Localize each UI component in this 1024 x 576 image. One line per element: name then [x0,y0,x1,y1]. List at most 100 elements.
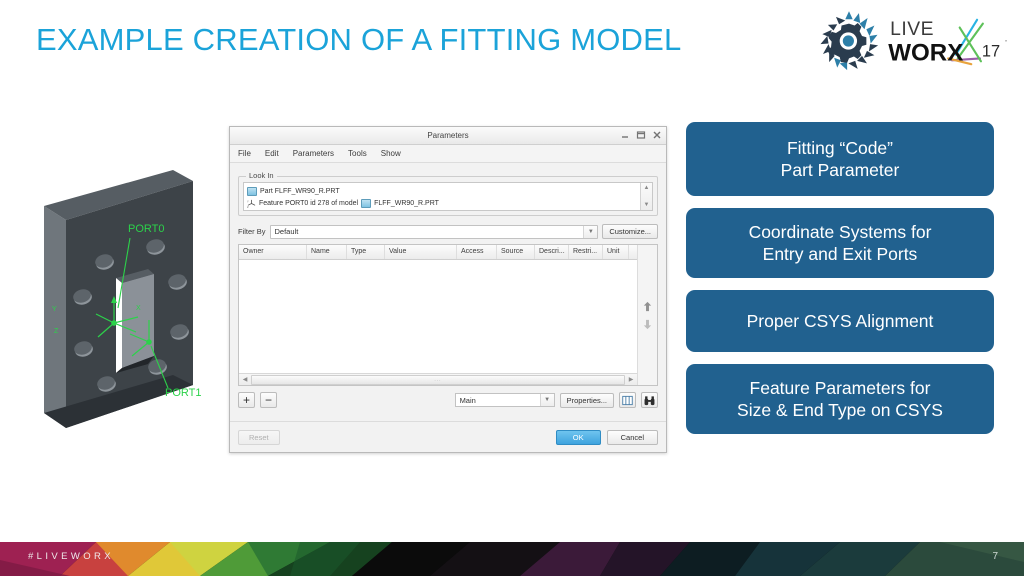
filter-row: Filter By Default ▼ Customize... [238,224,658,239]
callout-4-line-1: Feature Parameters for [749,377,931,398]
column-header-owner[interactable]: Owner [239,245,307,259]
svg-text:WORX: WORX [888,39,963,66]
parameters-dialog: Parameters File Edit Parameters Tools Sh… [229,126,667,453]
part-icon [361,198,372,208]
callout-4-line-2: Size & End Type on CSYS [737,400,943,420]
column-header-type[interactable]: Type [347,245,385,259]
look-in-row-feature[interactable]: Y Z Feature PORT0 id 278 of model FLFF_W… [247,197,638,209]
dialog-titlebar[interactable]: Parameters [230,127,666,145]
parameters-table-main: Owner Name Type Value Access Source Desc… [239,245,637,385]
dialog-footer: Reset OK Cancel [230,421,666,452]
footer-page-number: 7 [992,551,998,562]
look-in-row-feature-label: Feature PORT0 id 278 of model [259,199,359,207]
liveworx-logo: LIVE WORX 17 ’ [818,8,1014,74]
svg-text:Z: Z [247,205,249,208]
scroll-down-icon[interactable]: ▼ [641,200,652,210]
minimize-icon[interactable] [620,130,630,140]
callout-2-line-1: Coordinate Systems for [748,221,932,242]
callout-proper-csys-alignment: Proper CSYS Alignment [686,290,994,352]
ok-button[interactable]: OK [555,429,601,445]
scroll-left-icon[interactable]: ◀ [240,376,250,383]
dialog-body: Look In Part FLFF_WR90_R.PRT Y Z Feature… [230,163,666,414]
svg-text:17: 17 [982,42,1000,60]
callout-list: Fitting “Code” Part Parameter Coordinate… [686,122,994,434]
chevron-down-icon[interactable]: ▼ [539,394,554,406]
column-header-name[interactable]: Name [307,245,347,259]
port0-label: PORT0 [128,223,164,235]
customize-button[interactable]: Customize... [602,224,658,239]
callout-1-line-1: Fitting “Code” [786,137,893,158]
gear-icon [820,11,879,71]
look-in-scrollbar[interactable]: ▲ ▼ [640,183,652,210]
filter-by-label: Filter By [238,227,266,236]
parameters-toolbar: + − Main ▼ Properties... [238,392,658,414]
table-columns-icon[interactable] [619,392,636,408]
part-icon [247,186,257,196]
parameters-table-hscrollbar[interactable]: ◀ ... ▶ [239,373,637,385]
column-header-description[interactable]: Descri... [535,245,569,259]
look-in-group: Look In Part FLFF_WR90_R.PRT Y Z Feature… [238,171,658,216]
csys-icon: Y Z [247,199,256,208]
callout-3-line-1: Proper CSYS Alignment [746,310,934,331]
remove-parameter-button[interactable]: − [260,392,277,408]
scope-select[interactable]: Main ▼ [454,393,555,407]
svg-text:LIVE: LIVE [890,19,934,40]
slide-root: EXAMPLE CREATION OF A FITTING MODEL LIVE… [0,0,1024,576]
filter-by-select[interactable]: Default ▼ [269,224,599,239]
look-in-row-part-label: Part FLFF_WR90_R.PRT [260,187,340,195]
look-in-legend: Look In [246,171,277,180]
menu-item-tools[interactable]: Tools [348,149,367,158]
add-parameter-button[interactable]: + [238,392,255,408]
column-header-value[interactable]: Value [385,245,457,259]
row-move-controls [637,245,657,385]
slide-footer: #LIVEWORX 7 [0,542,1024,576]
callout-coordinate-systems: Coordinate Systems for Entry and Exit Po… [686,208,994,278]
look-in-row-feature-model: FLFF_WR90_R.PRT [374,199,439,207]
callout-1-line-2: Part Parameter [780,160,900,180]
callout-fitting-code-part-parameter: Fitting “Code” Part Parameter [686,122,994,196]
axis-label-x: X [136,305,141,312]
column-header-access[interactable]: Access [457,245,497,259]
column-header-unit[interactable]: Unit [603,245,629,259]
callout-2-line-2: Entry and Exit Ports [762,244,918,264]
callout-feature-parameters: Feature Parameters for Size & End Type o… [686,364,994,434]
page-title: EXAMPLE CREATION OF A FITTING MODEL [36,22,682,57]
dialog-menubar: File Edit Parameters Tools Show [230,145,666,163]
move-down-icon[interactable] [642,319,653,330]
column-header-source[interactable]: Source [497,245,535,259]
waveguide-flange-3d-model: Y Z X PORT0 PORT1 [44,170,201,428]
hscroll-thumb[interactable]: ... [251,374,625,385]
binoculars-icon[interactable] [641,392,658,408]
scroll-up-icon[interactable]: ▲ [641,183,652,193]
filter-by-value: Default [274,227,299,236]
menu-item-parameters[interactable]: Parameters [293,149,334,158]
dialog-title: Parameters [427,131,469,140]
chevron-down-icon[interactable]: ▼ [583,225,598,238]
close-icon[interactable] [652,130,662,140]
properties-button[interactable]: Properties... [559,392,614,408]
svg-text:Y: Y [247,199,249,203]
port1-label: PORT1 [165,387,201,399]
column-header-restriction[interactable]: Restri... [569,245,603,259]
liveworx-wordmark: LIVE WORX 17 ’ [888,18,1007,66]
footer-polygon-background [0,542,1024,576]
scroll-right-icon[interactable]: ▶ [626,376,636,383]
look-in-row-part[interactable]: Part FLFF_WR90_R.PRT [247,185,638,197]
scope-value: Main [459,395,476,405]
move-up-icon[interactable] [642,301,653,312]
axis-label-y: Y [52,306,57,313]
maximize-icon[interactable] [636,130,646,140]
look-in-list[interactable]: Part FLFF_WR90_R.PRT Y Z Feature PORT0 i… [243,182,653,211]
menu-item-show[interactable]: Show [381,149,401,158]
window-controls [620,130,662,140]
parameters-table: Owner Name Type Value Access Source Desc… [238,244,658,386]
parameters-table-header: Owner Name Type Value Access Source Desc… [239,245,637,260]
menu-item-edit[interactable]: Edit [265,149,279,158]
cancel-button[interactable]: Cancel [606,429,658,445]
footer-hashtag: #LIVEWORX [28,551,115,562]
menu-item-file[interactable]: File [238,149,251,158]
svg-text:’: ’ [1005,38,1007,48]
reset-button[interactable]: Reset [238,429,280,445]
axis-label-z: Z [54,328,59,335]
parameters-table-body[interactable] [239,260,637,373]
